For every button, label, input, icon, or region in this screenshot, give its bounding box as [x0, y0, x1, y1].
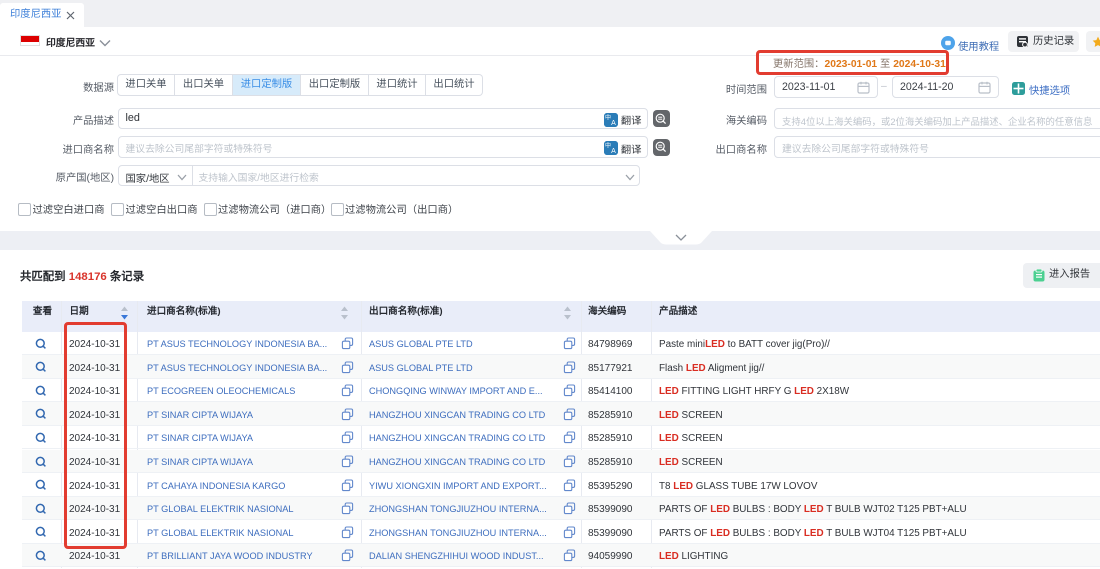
svg-text:A: A [611, 148, 616, 155]
svg-text:中: 中 [605, 142, 611, 150]
svg-text:A: A [611, 120, 616, 127]
svg-text:中: 中 [605, 113, 611, 121]
